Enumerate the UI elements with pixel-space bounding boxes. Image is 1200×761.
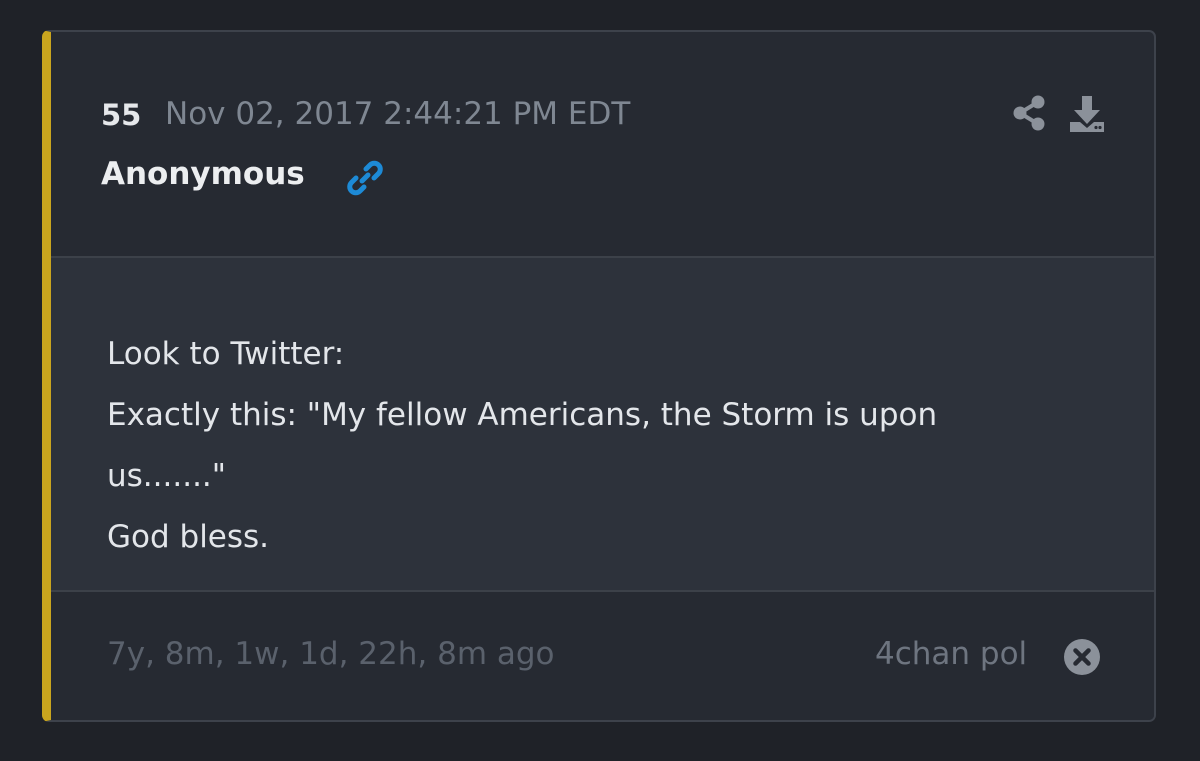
post-header: 55 Nov 02, 2017 2:44:21 PM EDT Anonymous: [51, 32, 1154, 258]
message-line: us.......": [107, 458, 227, 494]
post-timestamp: Nov 02, 2017 2:44:21 PM EDT: [165, 96, 631, 132]
post-source: 4chan pol: [875, 636, 1028, 672]
post-author: Anonymous: [101, 156, 305, 192]
post-footer: 7y, 8m, 1w, 1d, 22h, 8m ago 4chan pol: [51, 592, 1154, 720]
message-line: Look to Twitter:: [107, 336, 345, 372]
post-message: Look to Twitter: Exactly this: "My fello…: [107, 324, 1067, 568]
link-icon[interactable]: [345, 158, 385, 198]
download-icon[interactable]: [1067, 94, 1107, 134]
post-age: 7y, 8m, 1w, 1d, 22h, 8m ago: [107, 636, 555, 672]
share-icon[interactable]: [1011, 94, 1047, 132]
post-number: 55: [101, 98, 142, 132]
post-body: Look to Twitter: Exactly this: "My fello…: [51, 258, 1154, 592]
post-card: 55 Nov 02, 2017 2:44:21 PM EDT Anonymous: [42, 30, 1156, 722]
close-circle-icon[interactable]: [1063, 638, 1101, 676]
message-line: God bless.: [107, 519, 270, 555]
message-line: Exactly this: "My fellow Americans, the …: [107, 397, 938, 433]
